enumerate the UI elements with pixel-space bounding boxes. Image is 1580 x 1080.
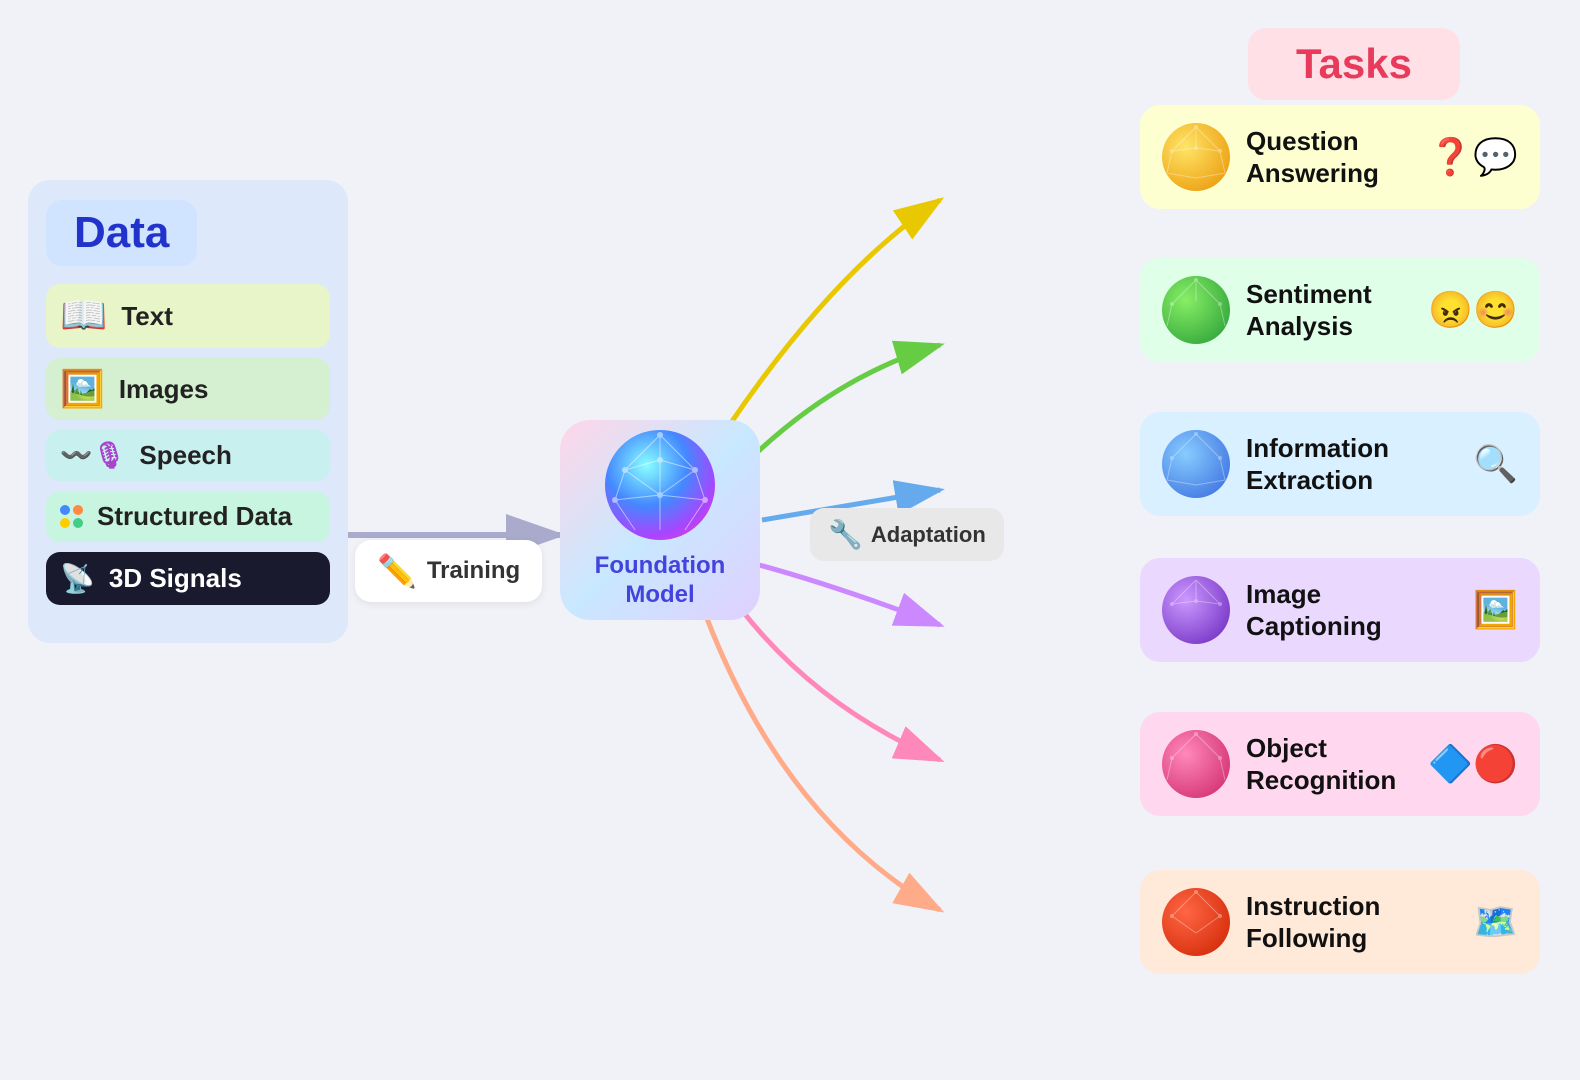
foundation-model-box: Foundation Model xyxy=(560,420,760,620)
task-label-or: Object Recognition xyxy=(1246,732,1412,797)
data-item-signals: 📡 3D Signals xyxy=(46,552,330,605)
task-label-sa: Sentiment Analysis xyxy=(1246,278,1412,343)
adaptation-box: 🔧 Adaptation xyxy=(810,508,1004,561)
signals-label: 3D Signals xyxy=(109,563,242,594)
task-card-ic: Image Captioning 🖼️ xyxy=(1140,558,1540,662)
task-label-qa: Question Answering xyxy=(1246,125,1412,190)
training-box: ✏️ Training xyxy=(355,540,542,602)
images-label: Images xyxy=(119,374,209,405)
data-title: Data xyxy=(46,200,197,266)
data-item-text: 📖 Text xyxy=(46,284,330,348)
training-icon: ✏️ xyxy=(377,552,417,590)
data-panel: Data 📖 Text 🖼️ Images 〰️🎙 Speech Structu… xyxy=(28,180,348,643)
sphere-ic xyxy=(1162,576,1230,644)
data-item-images: 🖼️ Images xyxy=(46,358,330,420)
structured-label: Structured Data xyxy=(97,501,292,532)
structured-icon xyxy=(60,505,83,528)
task-card-if: Instruction Following 🗺️ xyxy=(1140,870,1540,974)
arrow-if xyxy=(700,600,940,910)
task-label-ic: Image Captioning xyxy=(1246,578,1457,643)
task-card-or: Object Recognition 🔷🔴 xyxy=(1140,712,1540,816)
task-icon-ie: 🔍 xyxy=(1473,443,1518,485)
foundation-title: Foundation Model xyxy=(595,552,726,610)
task-icon-sa: 😠😊 xyxy=(1428,289,1518,331)
data-item-speech: 〰️🎙 Speech xyxy=(46,430,330,481)
task-card-qa: Question Answering ❓💬 xyxy=(1140,105,1540,209)
tasks-header: Tasks xyxy=(1248,28,1460,100)
task-card-ie: Information Extraction 🔍 xyxy=(1140,412,1540,516)
text-label: Text xyxy=(121,301,173,332)
task-label-ie: Information Extraction xyxy=(1246,432,1457,497)
sphere-qa xyxy=(1162,123,1230,191)
data-item-structured: Structured Data xyxy=(46,491,330,542)
foundation-sphere-mesh xyxy=(605,430,715,540)
sphere-sa xyxy=(1162,276,1230,344)
adaptation-label: Adaptation xyxy=(871,522,986,548)
task-icon-or: 🔷🔴 xyxy=(1428,743,1518,785)
training-label: Training xyxy=(427,557,520,585)
text-icon: 📖 xyxy=(60,294,107,338)
sphere-if xyxy=(1162,888,1230,956)
task-icon-ic: 🖼️ xyxy=(1473,589,1518,631)
sphere-ie xyxy=(1162,430,1230,498)
task-card-sa: Sentiment Analysis 😠😊 xyxy=(1140,258,1540,362)
signals-icon: 📡 xyxy=(60,562,95,595)
sphere-or xyxy=(1162,730,1230,798)
task-icon-qa: ❓💬 xyxy=(1428,136,1518,178)
task-icon-if: 🗺️ xyxy=(1473,901,1518,943)
arrow-ic xyxy=(740,560,940,625)
images-icon: 🖼️ xyxy=(60,368,105,410)
foundation-sphere xyxy=(605,430,715,540)
tasks-title: Tasks xyxy=(1296,40,1412,87)
task-label-if: Instruction Following xyxy=(1246,890,1457,955)
speech-label: Speech xyxy=(139,440,232,471)
adaptation-icon: 🔧 xyxy=(828,518,863,551)
speech-icon: 〰️🎙 xyxy=(60,440,125,471)
